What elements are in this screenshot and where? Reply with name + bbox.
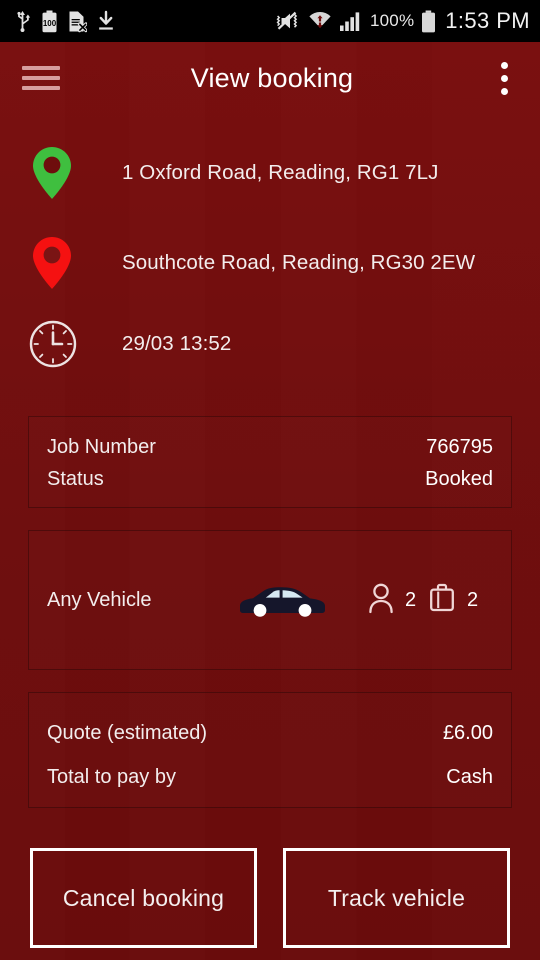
- quote-value: £6.00: [442, 721, 493, 744]
- job-info-card: Job Number 766795 Status Booked: [28, 416, 512, 508]
- battery-full-icon: [421, 10, 436, 33]
- job-number-value: 766795: [426, 435, 493, 458]
- pickup-row: 1 Oxford Road, Reading, RG1 7LJ: [0, 128, 540, 218]
- status-bar-clock: 1:53 PM: [445, 8, 530, 33]
- vehicle-card-content: Any Vehicle 2 2: [29, 531, 511, 669]
- vehicle-info-card: Any Vehicle 2 2: [28, 530, 512, 670]
- status-label: Status: [47, 467, 104, 490]
- person-icon: [367, 582, 395, 619]
- clock-icon: [28, 319, 90, 369]
- payment-method-label: Total to pay by: [47, 765, 176, 788]
- schedule-row: 29/03 13:52: [0, 308, 540, 380]
- status-bar: 100 100% 1:53 PM: [0, 0, 540, 42]
- battery-saver-icon: 100: [41, 10, 58, 33]
- vehicle-type-label: Any Vehicle: [47, 588, 152, 611]
- status-row: Status Booked: [47, 463, 493, 495]
- app-screen: 100 100% 1:53 PM View booking 1 Oxford R…: [0, 0, 540, 960]
- mute-vibrate-icon: [275, 10, 301, 32]
- action-buttons: Cancel booking Track vehicle: [0, 848, 540, 948]
- status-bar-left-icons: 100: [14, 10, 115, 33]
- payment-method-value: Cash: [446, 765, 493, 788]
- usb-icon: [14, 10, 31, 32]
- track-vehicle-button[interactable]: Track vehicle: [283, 848, 510, 948]
- page-title: View booking: [190, 62, 354, 93]
- wifi-icon: [308, 10, 332, 32]
- payment-method-row: Total to pay by Cash: [47, 755, 493, 799]
- battery-percent-label: 100%: [369, 11, 415, 30]
- quote-row: Quote (estimated) £6.00: [47, 711, 493, 755]
- cellular-signal-icon: [339, 11, 363, 32]
- cancel-booking-button[interactable]: Cancel booking: [30, 848, 257, 948]
- luggage-count: 2: [467, 588, 479, 611]
- map-pin-dropoff-icon: [28, 234, 90, 292]
- app-header: View booking: [0, 42, 540, 114]
- vehicle-capacity: 2 2: [347, 582, 493, 619]
- overflow-menu-icon[interactable]: [484, 56, 524, 100]
- car-sedan-icon: [217, 579, 347, 621]
- dropoff-row: Southcote Road, Reading, RG30 2EW: [0, 218, 540, 308]
- pickup-address: 1 Oxford Road, Reading, RG1 7LJ: [122, 161, 439, 184]
- status-badge: Booked: [425, 467, 493, 490]
- map-pin-pickup-icon: [28, 144, 90, 202]
- dropoff-address: Southcote Road, Reading, RG30 2EW: [122, 251, 476, 274]
- passenger-count: 2: [405, 588, 417, 611]
- status-bar-right-icons: 100% 1:53 PM: [275, 8, 530, 34]
- quote-label: Quote (estimated): [47, 721, 208, 744]
- svg-text:100: 100: [43, 19, 57, 28]
- fare-info-card: Quote (estimated) £6.00 Total to pay by …: [28, 692, 512, 808]
- job-number-label: Job Number: [47, 435, 156, 458]
- job-number-row: Job Number 766795: [47, 431, 493, 463]
- download-icon: [97, 10, 115, 32]
- schedule-datetime: 29/03 13:52: [122, 332, 232, 355]
- trip-details: 1 Oxford Road, Reading, RG1 7LJ Southcot…: [0, 114, 540, 380]
- overflow-dot: [500, 87, 508, 95]
- sim-card-error-icon: [68, 10, 87, 33]
- suitcase-icon: [427, 582, 457, 619]
- overflow-dot: [500, 61, 508, 69]
- overflow-dot: [500, 74, 508, 82]
